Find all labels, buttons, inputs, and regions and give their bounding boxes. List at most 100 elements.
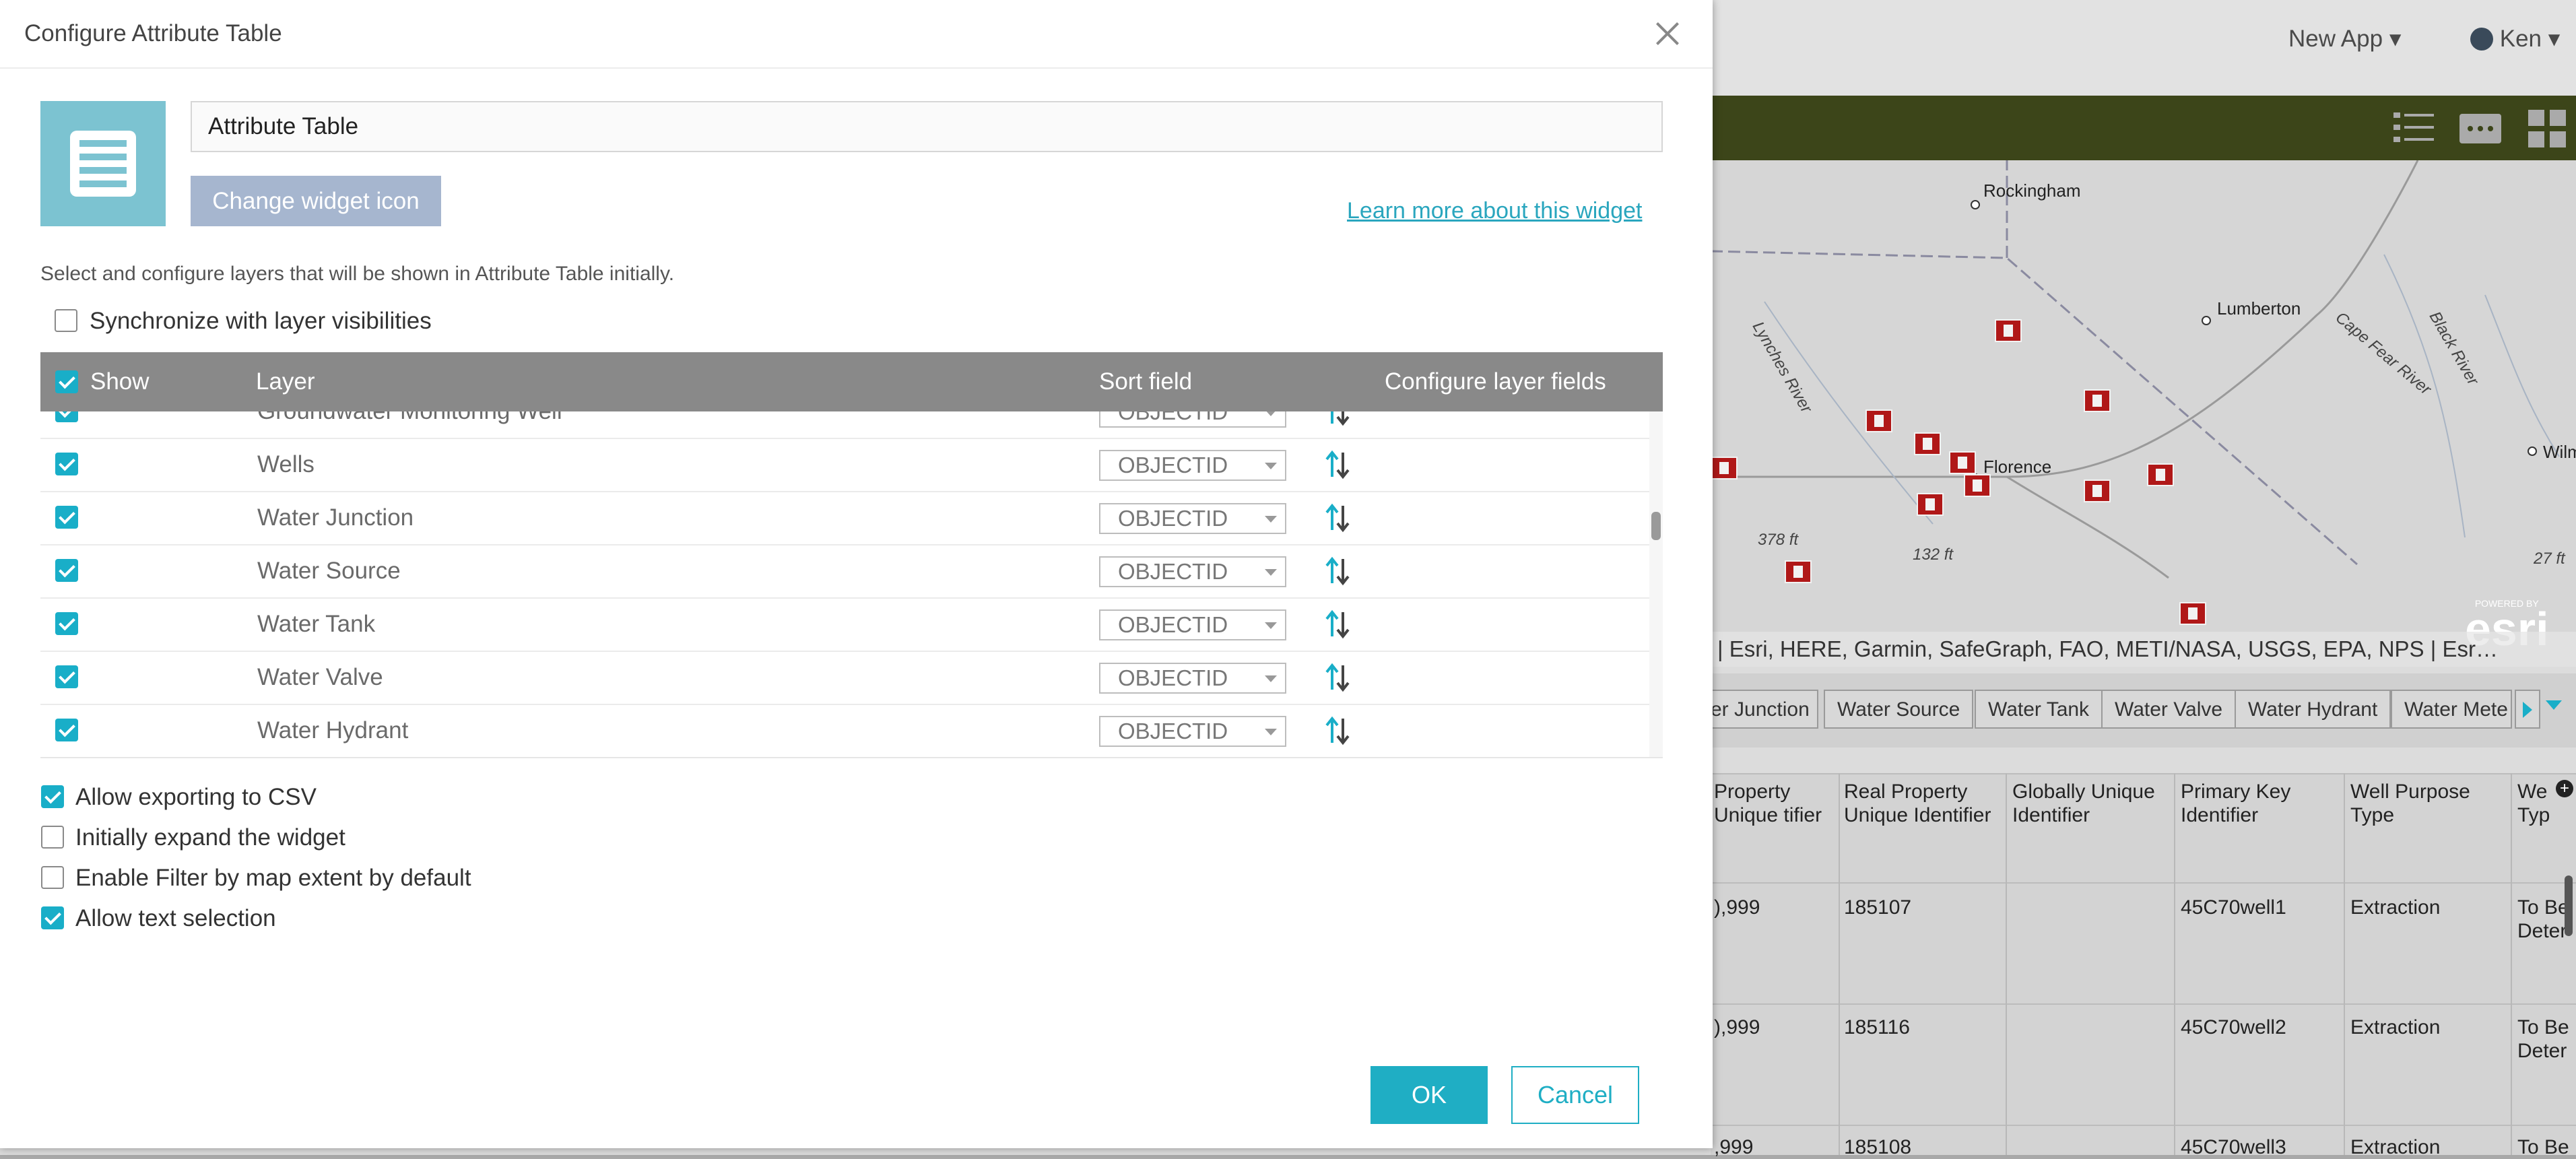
sync-visibility-checkbox[interactable] — [55, 309, 77, 332]
layer-name: Water Hydrant — [257, 717, 409, 743]
place-label: Lumberton — [2217, 298, 2301, 319]
layer-tab[interactable]: Water Valve — [2101, 690, 2237, 729]
layer-tab[interactable]: er Junction — [1697, 690, 1818, 729]
filter-map-extent-label: Enable Filter by map extent by default — [75, 865, 471, 891]
show-all-checkbox[interactable] — [55, 370, 78, 393]
sort-order-icon[interactable] — [1323, 663, 1352, 692]
grid-column-header[interactable]: Real Property Unique Identifier — [1844, 780, 2003, 827]
learn-more-link[interactable]: Learn more about this widget — [1347, 198, 1642, 224]
expand-widget-checkbox[interactable] — [41, 826, 64, 849]
place-label: Florence — [1983, 457, 2052, 477]
layer-tab[interactable]: Water Hydrant — [2235, 690, 2391, 729]
layer-show-checkbox[interactable] — [55, 411, 78, 422]
feature-marker[interactable] — [2084, 479, 2111, 502]
layer-name: Wells — [257, 451, 315, 477]
layer-tab[interactable]: Water Source — [1824, 690, 1974, 729]
list-icon[interactable] — [2391, 104, 2438, 152]
grid-divider — [1839, 773, 1840, 1155]
user-menu[interactable]: Ken ▾ — [2470, 26, 2560, 53]
grid-divider — [1711, 1003, 2576, 1005]
layer-show-checkbox[interactable] — [55, 665, 78, 688]
grid-cell: 45C70well1 — [2181, 896, 2286, 919]
attribute-grid — [1711, 773, 2576, 1155]
sort-field-select[interactable]: OBJECTID — [1099, 609, 1286, 640]
grid-cell: ,999 — [1714, 1136, 1754, 1158]
sort-field-select[interactable]: OBJECTID — [1099, 556, 1286, 587]
change-widget-icon-button[interactable]: Change widget icon — [191, 176, 441, 226]
layer-name: Water Tank — [257, 611, 376, 637]
grid-cell: To Be Deter — [2517, 1016, 2569, 1062]
feature-marker[interactable] — [1995, 319, 2022, 342]
layer-tab[interactable]: Water Mete — [2391, 690, 2512, 729]
scrollbar-thumb[interactable] — [1651, 512, 1661, 540]
map-view[interactable]: Rockingham Lumberton Florence Wilm Lynch… — [1711, 160, 2576, 667]
map-attribution: | Esri, HERE, Garmin, SafeGraph, FAO, ME… — [1711, 632, 2576, 667]
feature-marker[interactable] — [1914, 432, 1941, 455]
tabs-menu-caret-icon[interactable] — [2546, 700, 2562, 710]
table-icon — [70, 131, 136, 197]
layer-table-scrollbar[interactable] — [1649, 411, 1663, 757]
sort-order-icon[interactable] — [1323, 716, 1352, 746]
grid-column-header[interactable]: Property Unique tifier — [1714, 780, 1835, 827]
grid-column-header[interactable]: Globally Unique Identifier — [2012, 780, 2171, 827]
layer-show-checkbox[interactable] — [55, 453, 78, 475]
text-selection-label: Allow text selection — [75, 905, 276, 931]
sort-field-select[interactable]: OBJECTID — [1099, 503, 1286, 534]
layer-show-checkbox[interactable] — [55, 719, 78, 741]
configure-dialog: Configure Attribute Table Change widget … — [0, 0, 1713, 1148]
grid-cell: To Be — [2517, 1136, 2569, 1158]
feature-marker[interactable] — [1711, 457, 1738, 479]
sort-order-icon[interactable] — [1323, 450, 1352, 479]
grid-divider — [1711, 1125, 2576, 1126]
sort-field-select[interactable]: OBJECTID — [1099, 450, 1286, 481]
feature-marker[interactable] — [1949, 451, 1976, 474]
layer-name: Groundwater Monitoring Well — [257, 411, 562, 425]
grid-column-header[interactable]: Primary Key Identifier — [2181, 780, 2340, 827]
text-selection-checkbox[interactable] — [41, 906, 64, 929]
feature-marker[interactable] — [2179, 602, 2206, 625]
feature-marker[interactable] — [1964, 474, 1991, 497]
elevation-label: 132 ft — [1913, 545, 1954, 564]
tabs-next-button[interactable] — [2515, 690, 2540, 729]
feature-marker[interactable] — [1865, 409, 1892, 432]
layer-row: Water Junction OBJECTID — [40, 491, 1650, 545]
column-header-sort-field: Sort field — [1099, 368, 1193, 395]
grid-divider — [2511, 773, 2512, 1155]
layer-tab[interactable]: Water Tank — [1975, 690, 2103, 729]
add-column-icon[interactable]: + — [2556, 780, 2573, 797]
ok-button[interactable]: OK — [1370, 1066, 1488, 1124]
new-app-menu[interactable]: New App ▾ — [2288, 26, 2401, 53]
layer-table-header: Show Layer Sort field Configure layer fi… — [40, 352, 1663, 411]
sort-order-icon[interactable] — [1323, 609, 1352, 639]
grid-cell: Extraction — [2350, 1016, 2441, 1038]
feature-marker[interactable] — [2147, 463, 2174, 486]
attribute-table-tool-icon[interactable] — [2457, 104, 2504, 152]
sort-order-icon[interactable] — [1323, 411, 1352, 426]
sort-field-select[interactable]: OBJECTID — [1099, 411, 1286, 428]
elevation-label: 378 ft — [1758, 531, 1799, 549]
feature-marker[interactable] — [1917, 493, 1944, 516]
close-icon[interactable] — [1649, 15, 1686, 53]
grid-cell: ),999 — [1714, 1016, 1760, 1038]
layer-show-checkbox[interactable] — [55, 506, 78, 529]
sync-visibility-label: Synchronize with layer visibilities — [90, 308, 432, 334]
widget-name-input[interactable] — [191, 101, 1663, 152]
feature-marker[interactable] — [1785, 560, 1812, 583]
sort-field-select[interactable]: OBJECTID — [1099, 716, 1286, 747]
layer-show-checkbox[interactable] — [55, 612, 78, 635]
export-csv-label: Allow exporting to CSV — [75, 784, 317, 810]
feature-marker[interactable] — [2084, 389, 2111, 412]
grid-cell: 185108 — [1844, 1136, 1912, 1158]
export-csv-checkbox[interactable] — [41, 785, 64, 808]
widgets-grid-icon[interactable] — [2524, 104, 2571, 152]
sort-field-select[interactable]: OBJECTID — [1099, 663, 1286, 694]
sort-order-icon[interactable] — [1323, 503, 1352, 533]
grid-cell: 45C70well3 — [2181, 1136, 2286, 1158]
grid-scrollbar[interactable] — [2565, 875, 2573, 936]
filter-map-extent-checkbox[interactable] — [41, 866, 64, 889]
grid-column-header[interactable]: Well Purpose Type — [2350, 780, 2505, 827]
grid-cell: To Be Deter — [2517, 896, 2569, 942]
cancel-button[interactable]: Cancel — [1511, 1066, 1639, 1124]
layer-show-checkbox[interactable] — [55, 559, 78, 582]
sort-order-icon[interactable] — [1323, 556, 1352, 586]
